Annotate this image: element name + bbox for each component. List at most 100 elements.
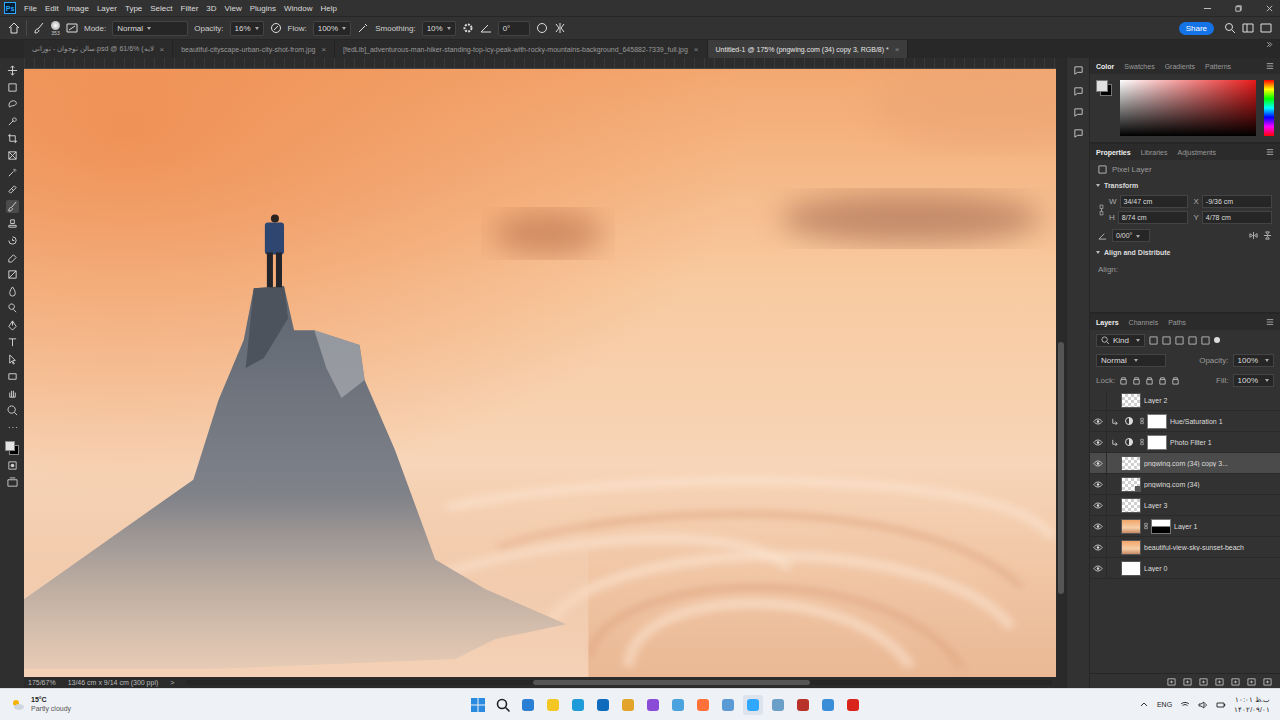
align-header[interactable]: Align and Distribute	[1090, 245, 1280, 260]
layer-mask-thumbnail[interactable]	[1147, 414, 1167, 429]
hand-tool-icon[interactable]	[6, 387, 19, 400]
angle-field[interactable]: 0°	[498, 21, 530, 36]
visibility-eye-icon[interactable]	[1093, 565, 1103, 572]
tab-close-button[interactable]: ×	[321, 45, 326, 54]
menu-item[interactable]: View	[225, 4, 242, 13]
visibility-eye-icon[interactable]	[1093, 460, 1103, 467]
filter-type-icon[interactable]	[1175, 336, 1184, 345]
quick-mask-icon[interactable]	[6, 459, 19, 472]
layer-opacity-field[interactable]: 100%	[1233, 354, 1274, 367]
document-tab[interactable]: beautiful-cityscape-urban-city-shot-from…	[173, 40, 335, 58]
color-field[interactable]	[1120, 80, 1256, 136]
smoothing-field[interactable]: 10%	[422, 21, 456, 36]
mask-link-icon[interactable]	[1140, 438, 1144, 446]
gradient-tool-icon[interactable]	[6, 268, 19, 281]
add-mask-icon[interactable]	[1199, 677, 1208, 686]
taskbar-app-icon[interactable]	[518, 695, 538, 715]
lock-move-icon[interactable]	[1145, 376, 1154, 385]
visibility-eye-icon[interactable]	[1093, 523, 1103, 530]
visibility-eye-icon[interactable]	[1093, 502, 1103, 509]
history-icon[interactable]	[1072, 64, 1085, 77]
menu-item[interactable]: 3D	[206, 4, 216, 13]
hue-slider[interactable]	[1264, 80, 1274, 136]
visibility-eye-icon[interactable]	[1093, 439, 1103, 446]
brush-settings-icon[interactable]	[66, 22, 78, 34]
layer-row[interactable]: pngwing.com (34)	[1090, 474, 1280, 495]
menu-item[interactable]: Type	[125, 4, 142, 13]
panel-tab[interactable]: Layers	[1096, 319, 1119, 326]
layer-filter-select[interactable]: Kind	[1096, 334, 1145, 347]
screen-mode-icon[interactable]	[6, 476, 19, 489]
more-tabs-icon[interactable]	[1265, 40, 1274, 49]
crop-tool-icon[interactable]	[6, 132, 19, 145]
flip-vertical-icon[interactable]	[1263, 231, 1272, 240]
menu-item[interactable]: Help	[320, 4, 336, 13]
wifi-icon[interactable]	[1180, 700, 1190, 710]
document-tab[interactable]: Untitled-1 @ 175% (pngwing.com (34) copy…	[708, 40, 909, 58]
minimize-icon[interactable]	[1203, 4, 1212, 13]
panel-menu-icon[interactable]	[1266, 62, 1274, 70]
mask-link-icon[interactable]	[1140, 417, 1144, 425]
filter-shape-icon[interactable]	[1188, 336, 1197, 345]
panel-tab[interactable]: Libraries	[1141, 149, 1168, 156]
symmetry-icon[interactable]	[554, 22, 566, 34]
layer-row[interactable]: Layer 3	[1090, 495, 1280, 516]
layer-row[interactable]: pngwing.com (34) copy 3...	[1090, 453, 1280, 474]
transform-field[interactable]: H8/74 cm	[1109, 211, 1188, 224]
brush-tool-icon[interactable]	[6, 200, 19, 213]
flip-horizontal-icon[interactable]	[1249, 231, 1258, 240]
transform-header[interactable]: Transform	[1090, 178, 1280, 193]
menu-item[interactable]: Layer	[97, 4, 117, 13]
angle-icon[interactable]	[480, 22, 492, 34]
taskbar-app-icon[interactable]	[693, 695, 713, 715]
new-adjustment-icon[interactable]	[1215, 677, 1224, 686]
canvas[interactable]	[24, 69, 1056, 677]
airbrush-icon[interactable]	[357, 22, 369, 34]
healing-tool-icon[interactable]	[6, 183, 19, 196]
clock[interactable]: ۱۰:۰۱ ب.ظ۱۴۰۲/۰۹/۰۱	[1234, 695, 1270, 713]
layer-row[interactable]: beautiful-view-sky-sunset-beach	[1090, 537, 1280, 558]
glyphs-icon[interactable]	[1072, 106, 1085, 119]
menu-item[interactable]: Window	[284, 4, 312, 13]
fx-icon[interactable]	[1183, 677, 1192, 686]
restore-icon[interactable]	[1234, 4, 1243, 13]
pen-tool-icon[interactable]	[6, 319, 19, 332]
opacity-field[interactable]: 16%	[230, 21, 264, 36]
panel-menu-icon[interactable]	[1266, 318, 1274, 326]
panel-tab[interactable]: Color	[1096, 63, 1114, 70]
menu-item[interactable]: Edit	[45, 4, 59, 13]
app-logo[interactable]: Ps	[4, 2, 16, 14]
quick-select-tool-icon[interactable]	[6, 115, 19, 128]
taskbar-app-icon[interactable]	[568, 695, 588, 715]
status-menu-arrow[interactable]: >	[170, 679, 174, 686]
tab-close-button[interactable]: ×	[160, 45, 165, 54]
panel-tab[interactable]: Patterns	[1205, 63, 1231, 70]
taskbar-app-icon[interactable]	[818, 695, 838, 715]
frame-icon[interactable]	[1260, 22, 1272, 34]
start-icon[interactable]	[468, 695, 488, 715]
eyedropper-tool-icon[interactable]	[6, 166, 19, 179]
layer-mask-thumbnail[interactable]	[1147, 435, 1167, 450]
angle-field[interactable]: 0/00°	[1112, 229, 1150, 242]
menu-item[interactable]: Select	[150, 4, 172, 13]
document-tab[interactable]: سالن نوجوان - نورانی.psd @ 61/6% (لایه×	[24, 40, 173, 58]
flow-field[interactable]: 100%	[313, 21, 351, 36]
frame-tool-icon[interactable]	[6, 149, 19, 162]
taskbar-app-icon[interactable]	[543, 695, 563, 715]
panel-tab[interactable]: Channels	[1129, 319, 1159, 326]
filter-smart-icon[interactable]	[1201, 336, 1210, 345]
close-window-icon[interactable]	[1265, 4, 1274, 13]
volume-icon[interactable]	[1198, 700, 1208, 710]
layer-mask-thumbnail[interactable]	[1151, 519, 1171, 534]
transform-field[interactable]: Y4/78 cm	[1194, 211, 1273, 224]
color-swatches[interactable]	[1096, 80, 1112, 96]
comments-icon[interactable]	[1072, 85, 1085, 98]
panel-tab[interactable]: Gradients	[1165, 63, 1195, 70]
taskbar-app-icon[interactable]	[643, 695, 663, 715]
panel-menu-icon[interactable]	[1266, 148, 1274, 156]
foreground-background-swatch[interactable]	[5, 441, 19, 455]
layer-row[interactable]: Layer 2	[1090, 390, 1280, 411]
menu-item[interactable]: Plugins	[250, 4, 276, 13]
pressure-size-icon[interactable]	[536, 22, 548, 34]
fill-field[interactable]: 100%	[1233, 374, 1274, 387]
